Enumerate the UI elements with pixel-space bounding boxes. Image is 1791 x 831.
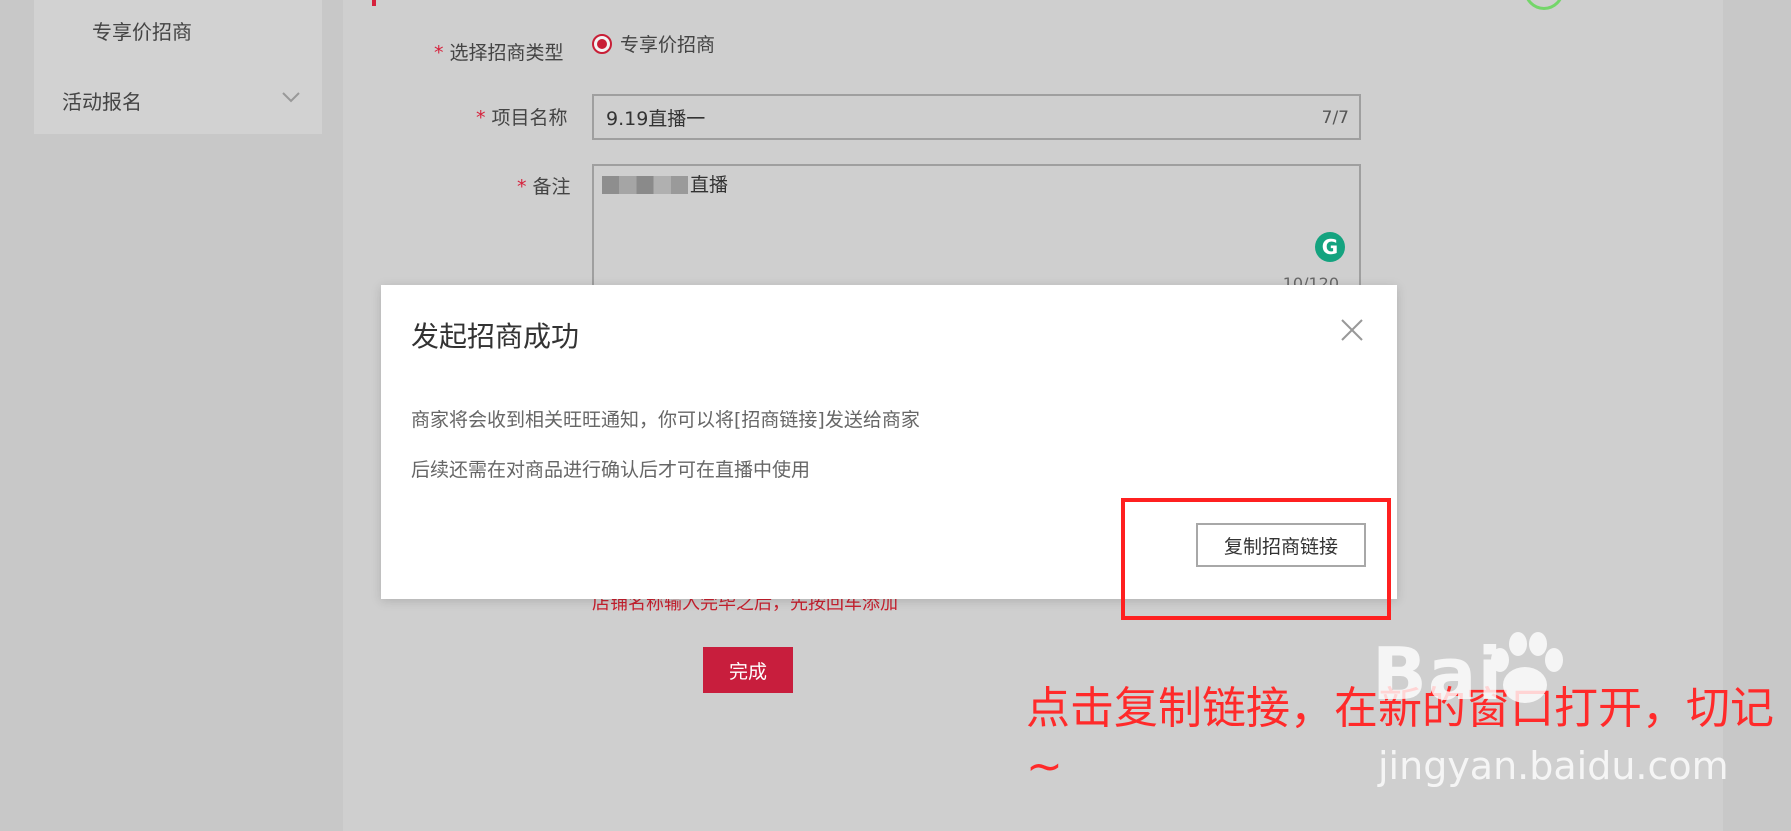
remark-textarea[interactable]: 直播 G 10/120 xyxy=(592,164,1361,293)
type-label: * 选择招商类型 xyxy=(434,42,564,64)
project-name-input[interactable]: 9.19直播一 7/7 xyxy=(592,94,1361,140)
dialog-title: 发起招商成功 xyxy=(411,320,580,353)
watermark-url: jingyan.baidu.com xyxy=(1378,744,1729,788)
dialog-message-2: 后续还需在对商品进行确认后才可在直播中使用 xyxy=(411,459,811,481)
type-radio-option[interactable]: 专享价招商 xyxy=(592,30,715,57)
sidebar-item-exclusive-price[interactable]: 专享价招商 xyxy=(92,16,192,45)
accent-mark xyxy=(372,0,376,6)
project-name-label: * 项目名称 xyxy=(476,107,568,129)
highlight-box xyxy=(1121,498,1391,620)
sidebar-group-activity-signup[interactable]: 活动报名 xyxy=(62,86,142,115)
paw-icon xyxy=(1491,632,1563,703)
baidu-watermark: Bai jingyan.baidu.com xyxy=(1372,632,1729,788)
done-button[interactable]: 完成 xyxy=(703,647,793,693)
remark-label: * 备注 xyxy=(517,176,571,198)
grammarly-icon[interactable]: G xyxy=(1315,232,1345,262)
dialog-message-1: 商家将会收到相关旺旺通知，你可以将[招商链接]发送给商家 xyxy=(411,409,920,431)
chevron-down-icon[interactable] xyxy=(280,86,302,108)
sidebar: 专享价招商 活动报名 xyxy=(34,0,322,134)
radio-label: 专享价招商 xyxy=(620,34,716,56)
project-name-count: 7/7 xyxy=(1321,108,1349,128)
radio-selected-icon[interactable] xyxy=(592,33,612,54)
close-icon[interactable] xyxy=(1337,315,1367,345)
blurred-text xyxy=(602,176,688,194)
project-name-value: 9.19直播一 xyxy=(606,107,706,130)
remark-value: 直播 xyxy=(690,174,729,196)
